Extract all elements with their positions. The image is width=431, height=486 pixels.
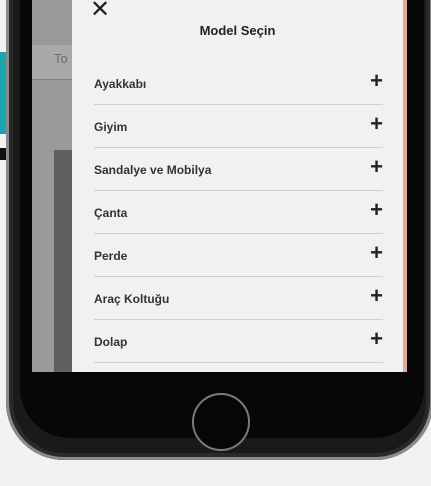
- list-item-sandalye-ve-mobilya[interactable]: Sandalye ve Mobilya +: [94, 148, 383, 191]
- list-item-label: Giyim: [94, 120, 128, 134]
- list-item-ayakkabi[interactable]: Ayakkabı +: [94, 62, 383, 105]
- model-select-modal: ✕ Model Seçin Ayakkabı + Giyim + Sandaly…: [72, 0, 403, 372]
- plus-icon[interactable]: +: [370, 242, 383, 264]
- plus-icon[interactable]: +: [370, 70, 383, 92]
- list-item-perde[interactable]: Perde +: [94, 234, 383, 277]
- plus-icon[interactable]: +: [370, 199, 383, 221]
- list-item-label: Dolap: [94, 335, 128, 349]
- close-icon[interactable]: ✕: [88, 0, 112, 22]
- list-item-label: Ayakkabı: [94, 77, 147, 91]
- list-item-arac-koltugu[interactable]: Araç Koltuğu +: [94, 277, 383, 320]
- plus-icon[interactable]: +: [370, 113, 383, 135]
- list-item-label: Çanta: [94, 206, 128, 220]
- model-list: Ayakkabı + Giyim + Sandalye ve Mobilya +…: [94, 62, 383, 363]
- phone-screen: To ✕ Model Seçin Ayakkabı + Giyim + Sand…: [32, 0, 407, 372]
- list-item-canta[interactable]: Çanta +: [94, 191, 383, 234]
- list-item-label: Perde: [94, 249, 128, 263]
- list-item-label: Araç Koltuğu: [94, 292, 170, 306]
- background-panel: [54, 150, 72, 372]
- modal-title: Model Seçin: [199, 23, 276, 38]
- plus-icon[interactable]: +: [370, 285, 383, 307]
- plus-icon[interactable]: +: [370, 328, 383, 350]
- list-item-dolap[interactable]: Dolap +: [94, 320, 383, 363]
- plus-icon[interactable]: +: [370, 156, 383, 178]
- screen-edge-highlight: [403, 0, 407, 372]
- list-item-giyim[interactable]: Giyim +: [94, 105, 383, 148]
- list-item-label: Sandalye ve Mobilya: [94, 163, 212, 177]
- background-input-text: To: [54, 51, 68, 66]
- home-button[interactable]: [192, 393, 250, 451]
